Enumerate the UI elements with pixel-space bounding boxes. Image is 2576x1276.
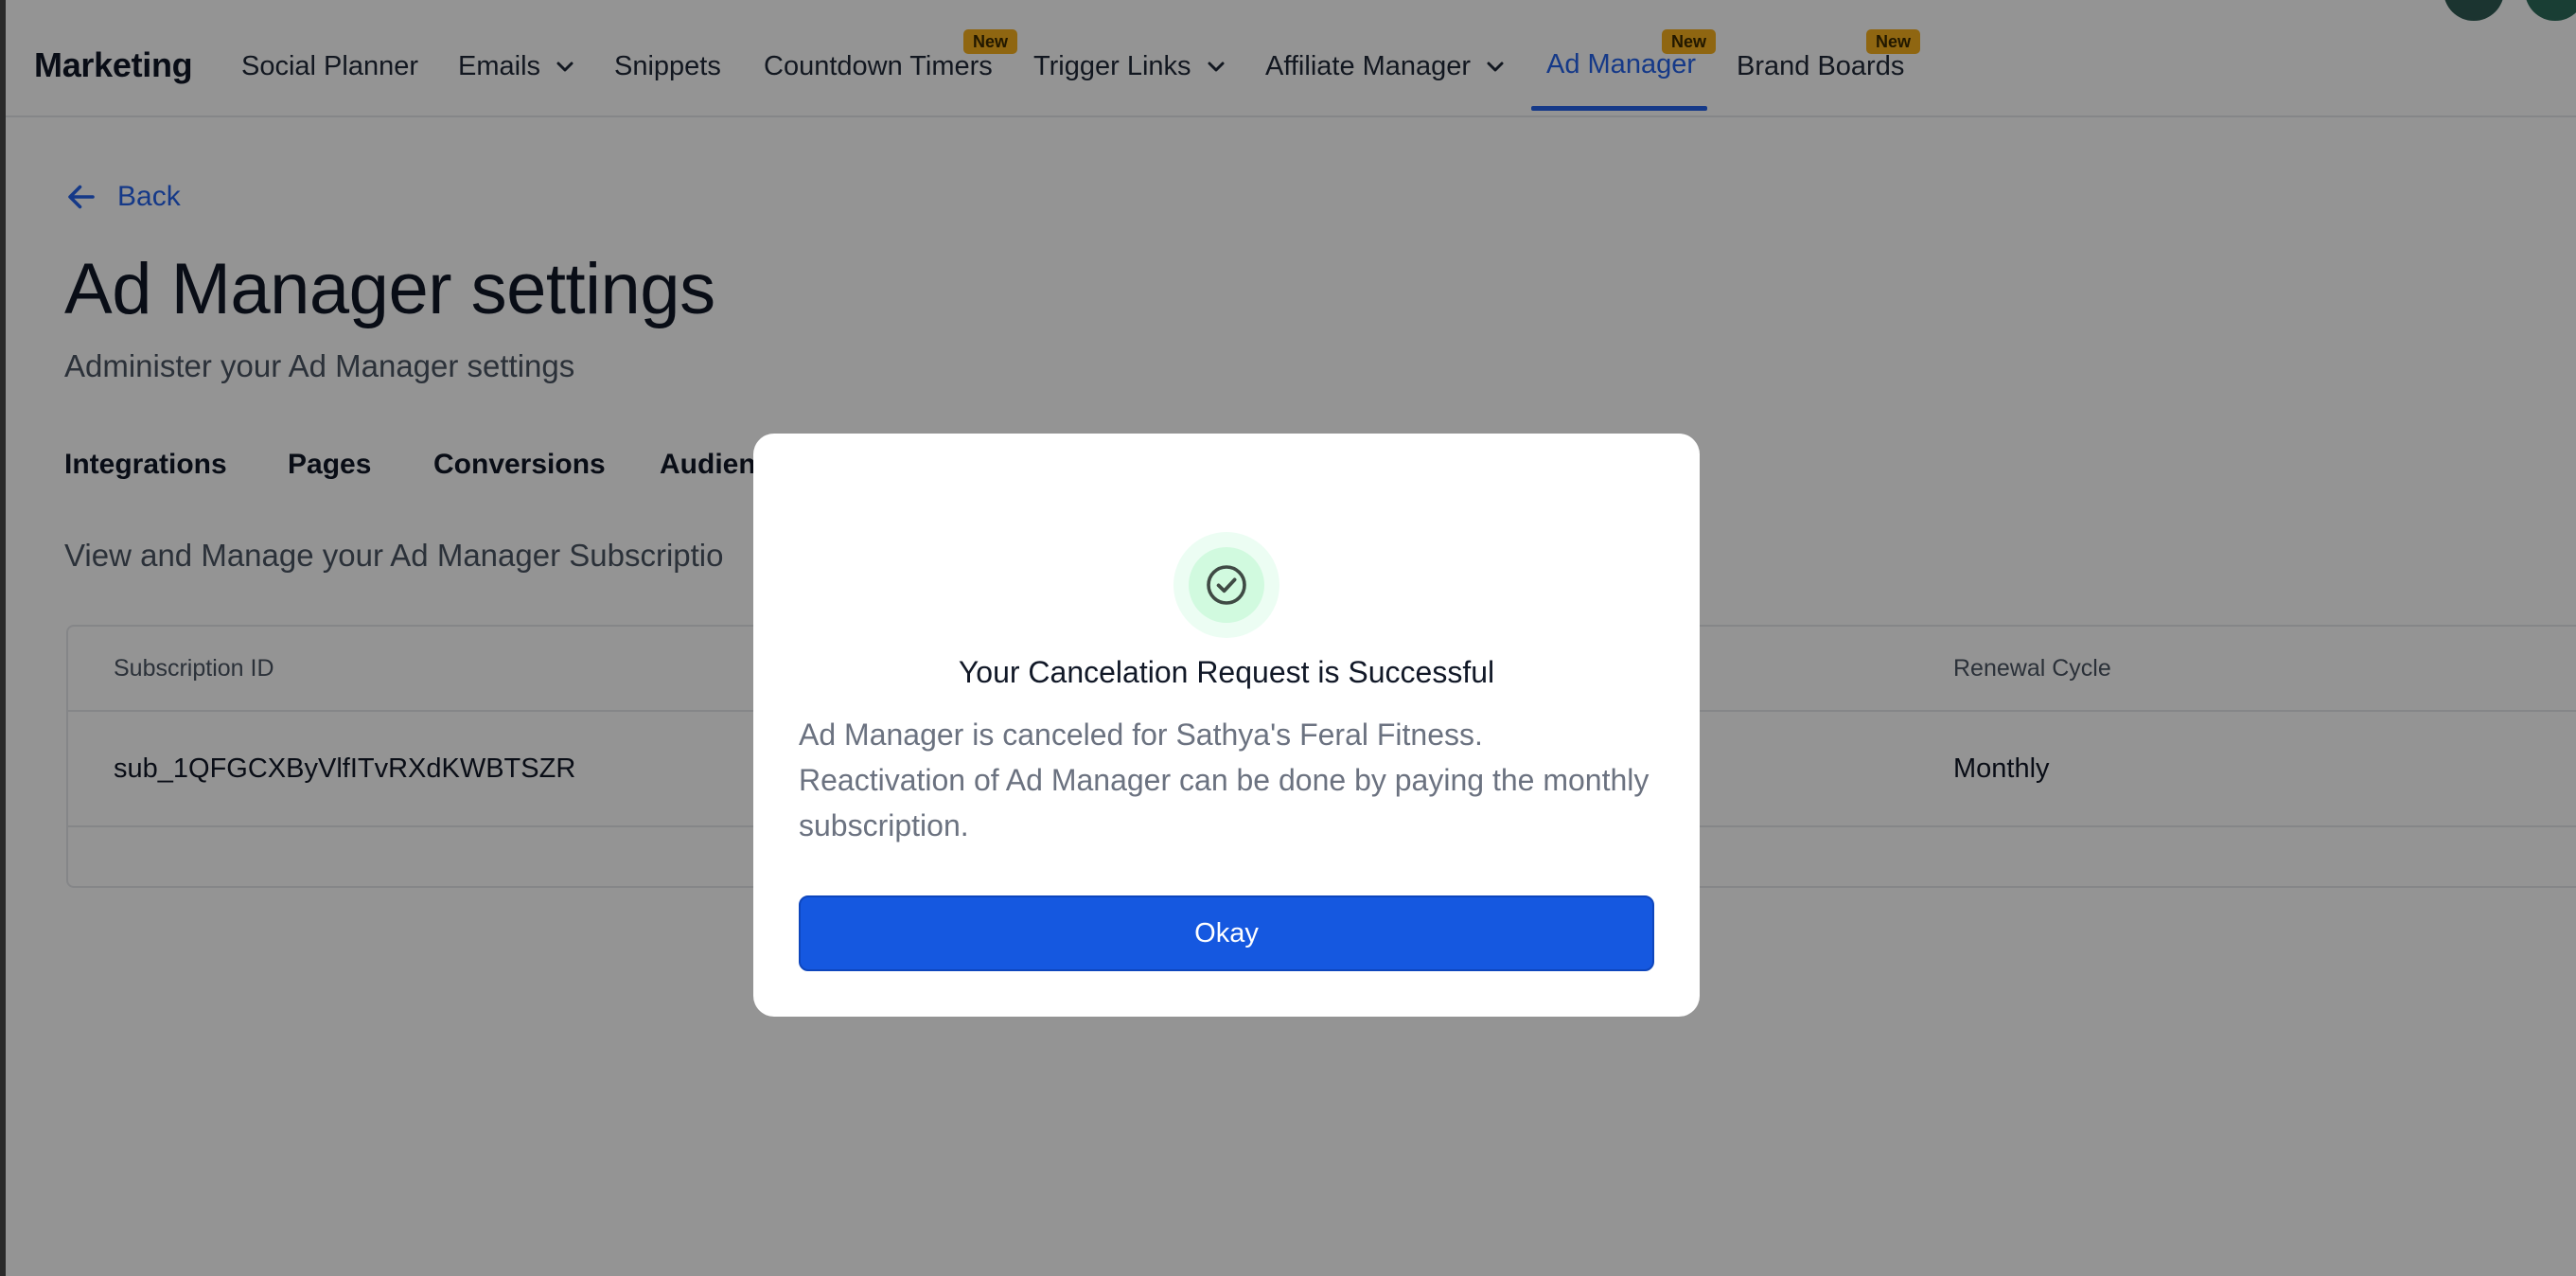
success-icon-ring bbox=[1173, 532, 1279, 638]
app-root: Marketing Social Planner Emails Snippets… bbox=[0, 0, 2576, 1276]
cancelation-success-modal: Your Cancelation Request is Successful A… bbox=[753, 434, 1700, 1017]
success-icon-core bbox=[1189, 547, 1264, 623]
okay-button[interactable]: Okay bbox=[799, 895, 1654, 971]
modal-title: Your Cancelation Request is Successful bbox=[958, 655, 1495, 689]
check-circle-icon bbox=[1207, 565, 1246, 605]
window-edge bbox=[0, 0, 6, 1276]
modal-message: Ad Manager is canceled for Sathya's Fera… bbox=[799, 718, 1650, 842]
